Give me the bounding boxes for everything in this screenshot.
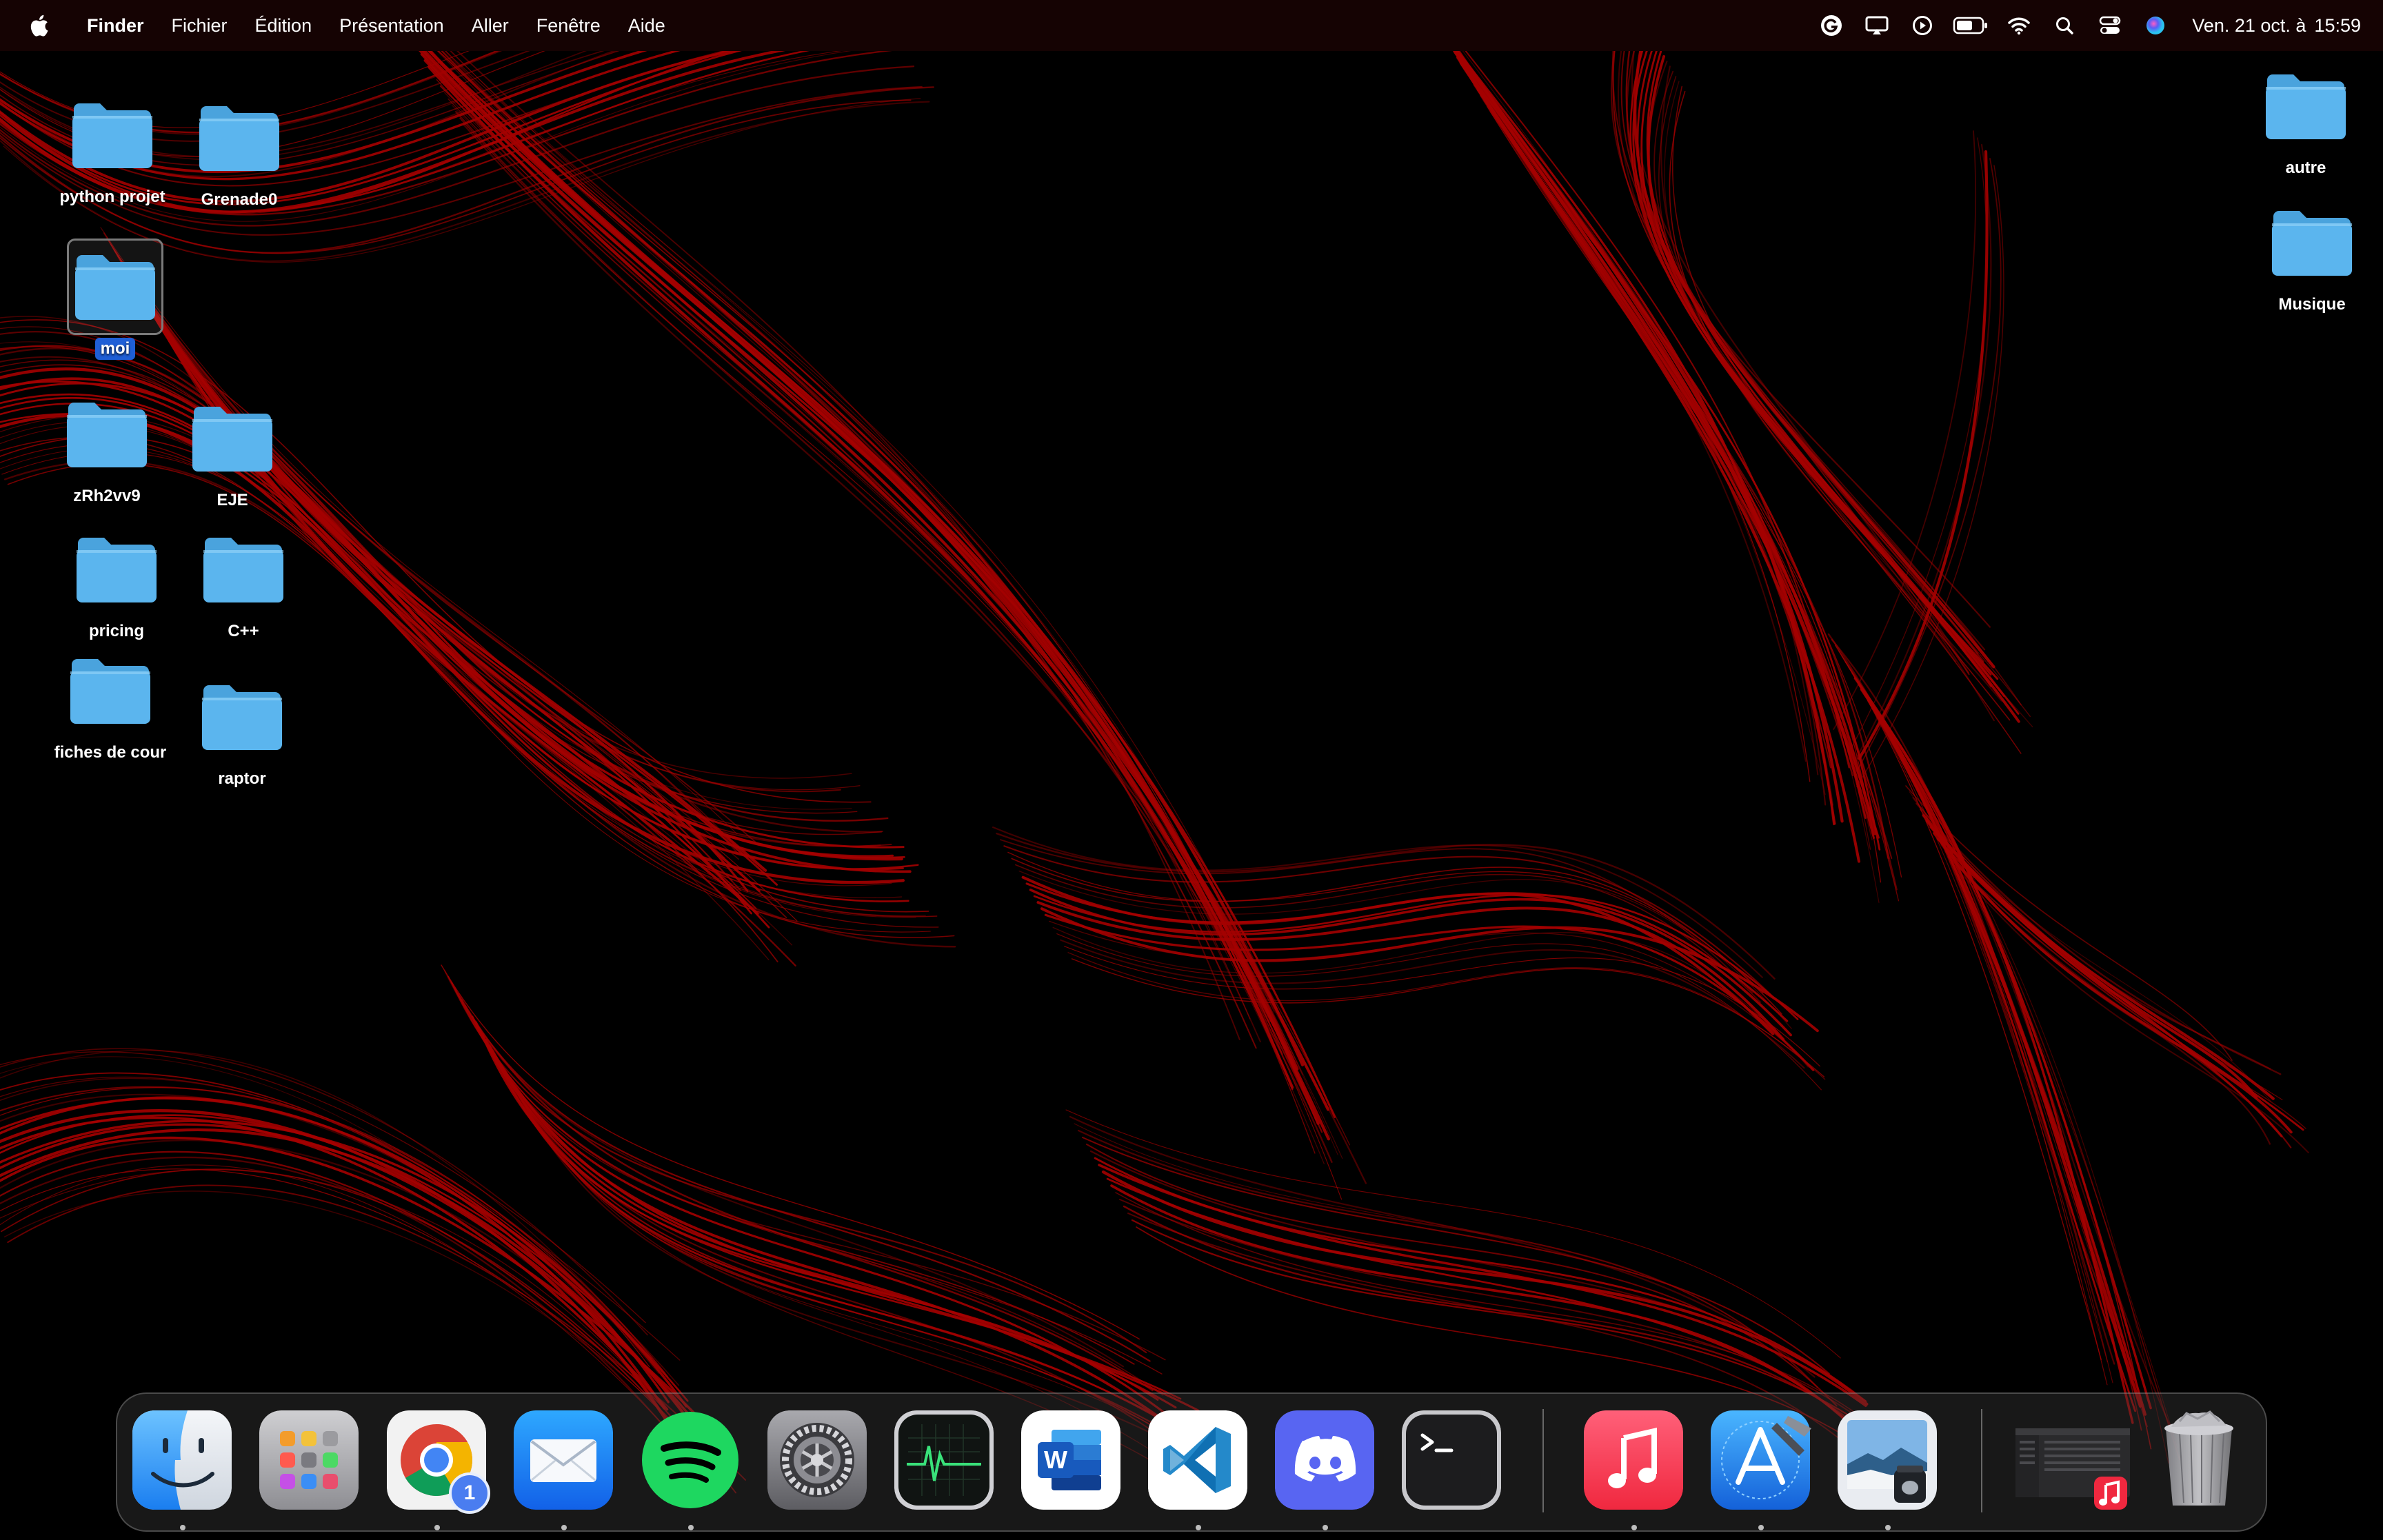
activity-monitor-icon	[894, 1410, 994, 1510]
folder-icon	[195, 521, 292, 618]
battery-icon[interactable]	[1950, 0, 1991, 51]
folder-icon	[62, 642, 159, 739]
dock-mail[interactable]	[514, 1410, 613, 1510]
menu-aller[interactable]: Aller	[458, 0, 523, 51]
desktop-folder-raptor[interactable]: raptor	[173, 669, 311, 790]
folder-icon	[191, 90, 288, 186]
spotlight-search-icon[interactable]	[2047, 0, 2082, 51]
word-icon: W	[1021, 1410, 1120, 1510]
dock-discord[interactable]	[1275, 1410, 1374, 1510]
desktop-folder-label: raptor	[218, 769, 266, 788]
menu-aide[interactable]: Aide	[614, 0, 679, 51]
grammarly-icon[interactable]	[1813, 0, 1849, 51]
dock-music[interactable]	[1584, 1410, 1683, 1510]
menu-fichier[interactable]: Fichier	[158, 0, 241, 51]
dock-launchpad[interactable]	[259, 1410, 359, 1510]
desktop-folder-grenade0[interactable]: Grenade0	[170, 90, 308, 211]
folder-icon	[68, 521, 165, 618]
dock-running-indicator	[561, 1525, 567, 1530]
desktop-folder-python-projet[interactable]: python projet	[43, 87, 181, 208]
mail-icon	[514, 1410, 613, 1510]
dock-minimized-music-window[interactable]	[2009, 1410, 2133, 1510]
dock-running-indicator	[434, 1525, 440, 1530]
dock-running-indicator	[688, 1525, 694, 1530]
folder-icon	[64, 87, 161, 183]
system-preferences-icon	[767, 1410, 867, 1510]
dock-vscode[interactable]	[1148, 1410, 1247, 1510]
dock-trash[interactable]	[2149, 1410, 2249, 1510]
desktop-folder-label: python projet	[59, 188, 165, 206]
screen-mirroring-icon[interactable]	[1859, 0, 1895, 51]
dock-running-indicator	[1885, 1525, 1891, 1530]
desktop-folder-fiches-de-cour[interactable]: fiches de cour	[41, 642, 179, 764]
desktop-folder-label: C++	[228, 622, 259, 640]
desktop-folder-cpp[interactable]: C++	[174, 521, 312, 642]
music-minimized-window-icon	[2015, 1428, 2130, 1510]
dock-separator	[1542, 1409, 1544, 1512]
dock-finder[interactable]	[132, 1410, 232, 1510]
dock-running-indicator	[1196, 1525, 1201, 1530]
menu-edition[interactable]: Édition	[241, 0, 326, 51]
wifi-icon[interactable]	[2001, 0, 2037, 51]
dock-xcode[interactable]	[1711, 1410, 1811, 1510]
xcode-icon	[1711, 1410, 1811, 1510]
desktop-folder-label: moi	[94, 338, 136, 360]
desktop-folder-autre[interactable]: autre	[2237, 58, 2375, 179]
desktop-wallpaper	[0, 0, 2309, 1494]
svg-text:W: W	[1044, 1446, 1067, 1474]
folder-icon	[184, 390, 281, 487]
menu-presentation[interactable]: Présentation	[325, 0, 458, 51]
dock-terminal[interactable]	[1402, 1410, 1501, 1510]
dock-running-indicator	[1323, 1525, 1328, 1530]
desktop-folder-label: EJE	[217, 491, 248, 509]
dock-word[interactable]: W	[1021, 1410, 1120, 1510]
menu-bar: Finder Fichier Édition Présentation Alle…	[0, 0, 2383, 51]
folder-icon	[194, 669, 290, 765]
discord-icon	[1275, 1410, 1374, 1510]
desktop-folder-label: zRh2vv9	[73, 487, 141, 505]
desktop-folder-zrh2vv9[interactable]: zRh2vv9	[38, 386, 176, 507]
desktop-folder-pricing[interactable]: pricing	[48, 521, 185, 642]
now-playing-icon[interactable]	[1904, 0, 1940, 51]
dock-activity-monitor[interactable]	[894, 1410, 994, 1510]
dock-running-indicator	[180, 1525, 185, 1530]
desktop-folder-label: Musique	[2278, 295, 2346, 314]
desktop-folder-label: autre	[2285, 159, 2326, 177]
control-center-icon[interactable]	[2092, 0, 2128, 51]
siri-icon[interactable]	[2138, 0, 2173, 51]
dock-system-preferences[interactable]	[767, 1410, 867, 1510]
folder-icon	[2258, 58, 2354, 154]
preview-icon	[1838, 1410, 1937, 1510]
desktop-folder-eje[interactable]: EJE	[163, 390, 301, 511]
desktop-folder-label: pricing	[88, 622, 144, 640]
menu-app-name[interactable]: Finder	[73, 0, 158, 51]
dock-preview[interactable]	[1838, 1410, 1937, 1510]
menu-clock[interactable]: Ven. 21 oct. à 15:59	[2192, 15, 2361, 37]
dock-separator	[1981, 1409, 1982, 1512]
apple-logo-icon[interactable]	[25, 0, 52, 51]
dock-running-indicator	[1631, 1525, 1637, 1530]
dock-spotify[interactable]	[641, 1410, 740, 1510]
vscode-icon	[1148, 1410, 1247, 1510]
clock-date: Ven. 21 oct. à	[2192, 14, 2306, 36]
clock-time: 15:59	[2314, 14, 2361, 36]
music-icon	[1584, 1410, 1683, 1510]
launchpad-icon	[259, 1410, 359, 1510]
terminal-icon	[1402, 1410, 1501, 1510]
folder-icon	[59, 386, 155, 483]
trash-icon	[2164, 1410, 2233, 1506]
desktop-folder-label: Grenade0	[201, 190, 278, 209]
desktop-folder-label: fiches de cour	[54, 743, 167, 762]
dock-running-indicator	[1758, 1525, 1764, 1530]
spotify-icon	[642, 1412, 738, 1508]
menu-fenetre[interactable]: Fenêtre	[523, 0, 614, 51]
finder-icon	[132, 1410, 232, 1510]
desktop-folder-moi[interactable]: moi	[46, 239, 184, 360]
chrome-notification-badge: 1	[449, 1472, 490, 1514]
folder-icon	[2264, 194, 2360, 291]
desktop-folder-musique[interactable]: Musique	[2243, 194, 2381, 316]
folder-icon	[67, 239, 163, 335]
